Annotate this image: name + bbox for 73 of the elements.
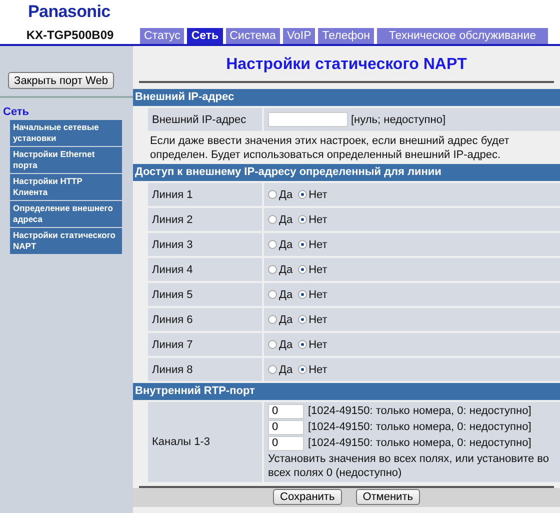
nav-tab[interactable]: Система — [226, 28, 280, 44]
radio-label: Нет — [308, 188, 328, 201]
line-label: Линия 7 — [148, 333, 262, 356]
nav-tab[interactable]: VoIP — [282, 28, 316, 44]
radio-button[interactable] — [268, 265, 277, 274]
radio-label: Нет — [308, 338, 328, 351]
port-field[interactable]: 0 — [268, 420, 304, 435]
port-field[interactable]: 0 — [268, 436, 304, 451]
radio-button[interactable] — [268, 340, 277, 350]
field-hint: [1024-49150: только номера, 0: недоступно] — [308, 405, 532, 418]
radio-button[interactable] — [298, 315, 307, 324]
radio-button[interactable] — [268, 215, 277, 224]
line-label: Линия 5 — [148, 283, 262, 306]
radio-button[interactable] — [298, 290, 307, 300]
form-button[interactable]: Сохранить — [273, 489, 342, 506]
line-label: Линия 4 — [148, 258, 262, 282]
radio-label: Да — [279, 314, 293, 326]
radio-label: Да — [279, 264, 293, 276]
radio-label: Нет — [308, 288, 328, 301]
field-hint: [1024-49150: только номера, 0: недоступно] — [308, 437, 532, 450]
section-header: Доступ к внешнему IP-адресу определенный для линии — [133, 164, 560, 182]
close-port-button[interactable]: Закрыть порт Web — [8, 72, 114, 89]
radio-button[interactable] — [268, 240, 277, 250]
note-text: Установить значения во всех полях, или установите во всех полях 0 (недоступно) — [268, 452, 550, 480]
input-field[interactable] — [268, 112, 348, 128]
radio-label: Нет — [308, 314, 328, 326]
radio-button[interactable] — [298, 365, 307, 374]
radio-button[interactable] — [268, 190, 277, 200]
radio-label: Нет — [308, 364, 328, 376]
sidebar-item[interactable]: Начальные сетевые установки — [10, 120, 122, 146]
radio-button[interactable] — [298, 215, 307, 224]
sidebar-item[interactable]: Настройки статического NAPT — [10, 228, 122, 254]
line-label: Линия 3 — [148, 233, 262, 256]
nav-tab[interactable]: Сеть — [187, 28, 223, 44]
radio-label: Да — [279, 364, 293, 376]
nav-tab[interactable]: Телефон — [318, 28, 374, 44]
field-label: Каналы 1-3 — [148, 402, 262, 482]
port-field[interactable]: 0 — [268, 404, 304, 419]
page-title: Настройки статического NAPT — [225, 55, 468, 75]
line-label: Линия 1 — [148, 183, 262, 206]
brand-logo: Panasonic — [27, 1, 112, 23]
line-label: Линия 2 — [148, 208, 262, 232]
radio-label: Нет — [308, 214, 328, 226]
radio-label: Да — [279, 288, 293, 301]
line-label: Линия 6 — [148, 308, 262, 332]
radio-label: Нет — [308, 264, 328, 276]
sidebar-item[interactable]: Настройки HTTP Клиента — [10, 174, 122, 200]
radio-button[interactable] — [298, 340, 307, 350]
model-name: KX-TGP500B09 — [25, 28, 115, 44]
radio-label: Да — [279, 214, 293, 226]
sidebar-item[interactable]: Определение внешнего адреса — [10, 201, 122, 227]
line-label: Линия 8 — [148, 358, 262, 382]
radio-button[interactable] — [268, 365, 277, 374]
field-label: Внешний IP-адрес — [148, 108, 262, 132]
radio-button[interactable] — [268, 315, 277, 324]
radio-label: Да — [279, 238, 293, 251]
sidebar-item[interactable]: Настройки Ethernet порта — [10, 147, 122, 173]
radio-button[interactable] — [298, 240, 307, 250]
field-hint: [нуль; недоступно] — [351, 114, 446, 126]
radio-label: Да — [279, 188, 293, 201]
sidebar-heading: Сеть — [3, 106, 30, 118]
section-header: Внутренний RTP-порт — [133, 382, 560, 400]
radio-label: Нет — [308, 238, 328, 251]
radio-button[interactable] — [298, 190, 307, 200]
section-header: Внешний IP-адрес — [133, 89, 560, 106]
form-button[interactable]: Отменить — [356, 489, 420, 506]
radio-button[interactable] — [298, 265, 307, 274]
radio-label: Да — [279, 338, 293, 351]
nav-tab[interactable]: Статус — [140, 28, 184, 44]
field-hint: [1024-49150: только номера, 0: недоступно] — [308, 421, 532, 434]
radio-button[interactable] — [268, 290, 277, 300]
note-text: Если даже ввести значения этих настроек, если внешний адрес будет определен. Будет использоваться определенный внешний IP-адрес. — [150, 134, 510, 162]
nav-tab[interactable]: Техническое обслуживание — [376, 28, 548, 44]
